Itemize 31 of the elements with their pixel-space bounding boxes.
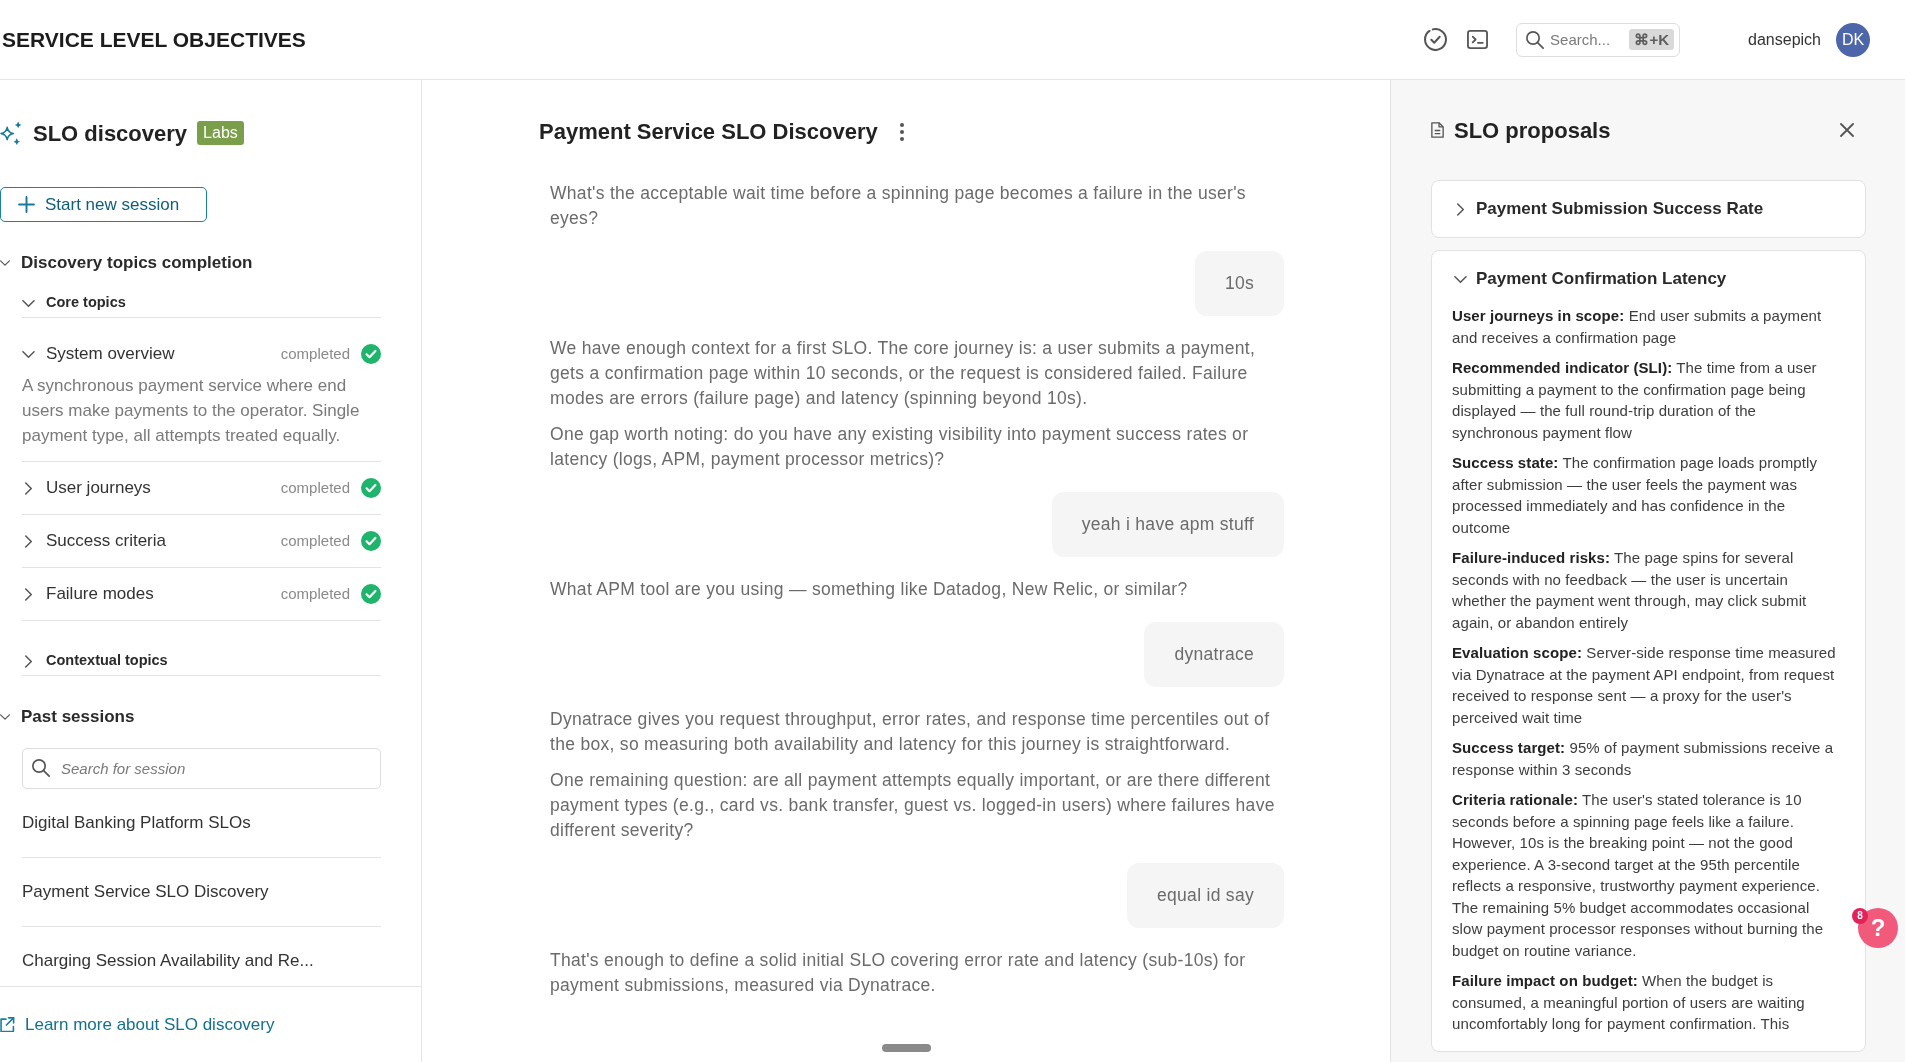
proposal-detail: Evaluation scope: Server-side response time measured via Dynatrace at the payment API endpoint, from request received to response sent — a proxy for the user's perceived wait time — [1452, 643, 1837, 728]
user-message: dynatrace — [1144, 622, 1284, 687]
assistant-message: What's the acceptable wait time before a spinning page becomes a failure in the user's eyes? — [550, 182, 1247, 230]
user-message: equal id say — [1127, 863, 1284, 928]
status-label: completed — [280, 343, 350, 364]
chat-title: Payment Service SLO Discovery — [539, 118, 878, 146]
proposal-detail: Criteria rationale: The user's stated tolerance is 10 seconds before a spinning page feels like a failure. However, 10s is the breaking point — not the good experience. A 3-second target at the 95th percentile reflects a responsive, trustworthy payment experience. The remaining 5% budget accommodates occasional slow payment processor responses without burning the budget on routine variance. — [1452, 790, 1825, 961]
user-message: yeah i have apm stuff — [1051, 492, 1284, 557]
proposal-detail: Failure-induced risks: The page spins for several seconds with no feedback — the user is uncertain whether the payment went through, may click submit again, or abandon entirely — [1452, 548, 1808, 633]
assistant-message: One remaining question: are all payment attempts equally important, or are there different payment types (e.g., card vs. bank transfer, guest vs. logged-in users) where failures have different severity? — [550, 769, 1276, 842]
sidebar-title: SLO discovery — [33, 119, 188, 148]
username: dansepich — [1748, 29, 1821, 50]
assistant-message: One gap worth noting: do you have any existing visibility into payment success rates or latency (logs, APM, payment processor metrics)? — [550, 423, 1250, 471]
user-message: 10s — [1194, 251, 1284, 316]
keyboard-shortcut: ⌘+K — [1629, 28, 1675, 50]
topic-description: A synchronous payment service where end users make payments to the operator. Single payment type, all attempts treated equally. — [22, 375, 361, 447]
proposals-title: SLO proposals — [1454, 116, 1611, 145]
status-label: completed — [280, 477, 350, 498]
status-label: completed — [280, 530, 350, 551]
proposal-detail: Failure impact on budget: When the budget is consumed, a meaningful portion of users are waiting uncomfortably long for payment confirmation. This — [1452, 971, 1806, 1034]
page-title: SERVICE LEVEL OBJECTIVES — [2, 26, 306, 53]
proposal-detail: Success target: 95% of payment submissions receive a response within 3 seconds — [1452, 738, 1835, 780]
assistant-message: What APM tool are you using — something like Datadog, New Relic, or similar? — [550, 578, 1189, 601]
assistant-message: Dynatrace gives you request throughput, error rates, and response time percentiles out of the box, so measuring both availability and latency for this journey is straightforward. — [550, 708, 1271, 756]
assistant-message: We have enough context for a first SLO. The core journey is: a user submits a payment, gets a confirmation page within 10 seconds, or the request is considered failed. Failure modes are errors (failure page) and latency (spinning beyond 10s). — [550, 337, 1257, 410]
proposal-detail: Recommended indicator (SLI): The time from a user submitting a payment to the confirmation page being displayed — the full round-trip duration of the synchronous payment flow — [1452, 358, 1818, 443]
assistant-message: That's enough to define a solid initial SLO covering error rate and latency (sub-10s) for payment submissions, measured via Dynatrace. — [550, 949, 1247, 997]
proposal-detail: Success state: The confirmation page loads promptly after submission — the user feels the payment was processed immediately and has confidence in the outcome — [1452, 453, 1819, 538]
labs-badge: Labs — [197, 121, 244, 145]
proposal-detail: User journeys in scope: End user submits a payment and receives a confirmation page — [1452, 306, 1823, 348]
status-label: completed — [280, 583, 350, 604]
